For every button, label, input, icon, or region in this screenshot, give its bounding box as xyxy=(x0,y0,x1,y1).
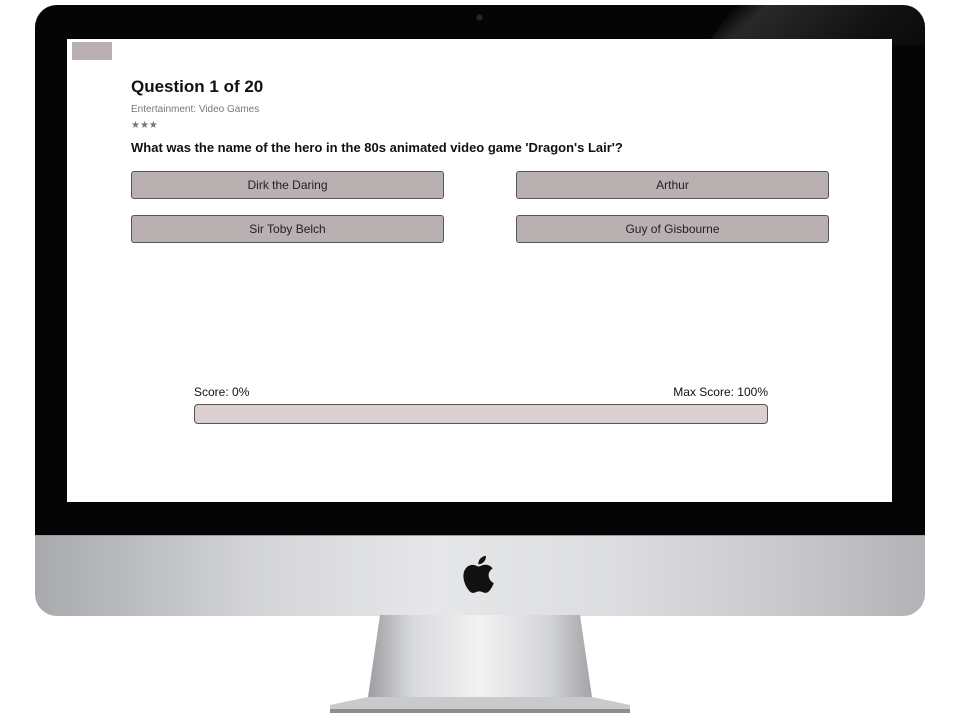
difficulty-stars-icon: ★★★ xyxy=(131,120,158,131)
max-score-label: Max Score: 100% xyxy=(673,385,768,399)
corner-placeholder xyxy=(72,42,112,60)
score-progress-bar xyxy=(194,404,768,424)
apple-logo-icon xyxy=(463,555,494,593)
monitor-stand xyxy=(330,615,630,713)
question-category: Entertainment: Video Games xyxy=(131,104,260,115)
quiz-screen: Question 1 of 20 Entertainment: Video Ga… xyxy=(67,39,892,502)
camera-icon xyxy=(476,14,483,21)
score-label: Score: 0% xyxy=(194,385,250,399)
question-text: What was the name of the hero in the 80s… xyxy=(131,140,623,155)
answer-button-4[interactable]: Guy of Gisbourne xyxy=(516,215,829,243)
question-title: Question 1 of 20 xyxy=(131,77,264,96)
answer-button-3[interactable]: Sir Toby Belch xyxy=(131,215,444,243)
monitor-bezel: Question 1 of 20 Entertainment: Video Ga… xyxy=(35,5,925,535)
answer-button-1[interactable]: Dirk the Daring xyxy=(131,171,444,199)
imac-mockup: Question 1 of 20 Entertainment: Video Ga… xyxy=(0,0,960,720)
answer-button-2[interactable]: Arthur xyxy=(516,171,829,199)
